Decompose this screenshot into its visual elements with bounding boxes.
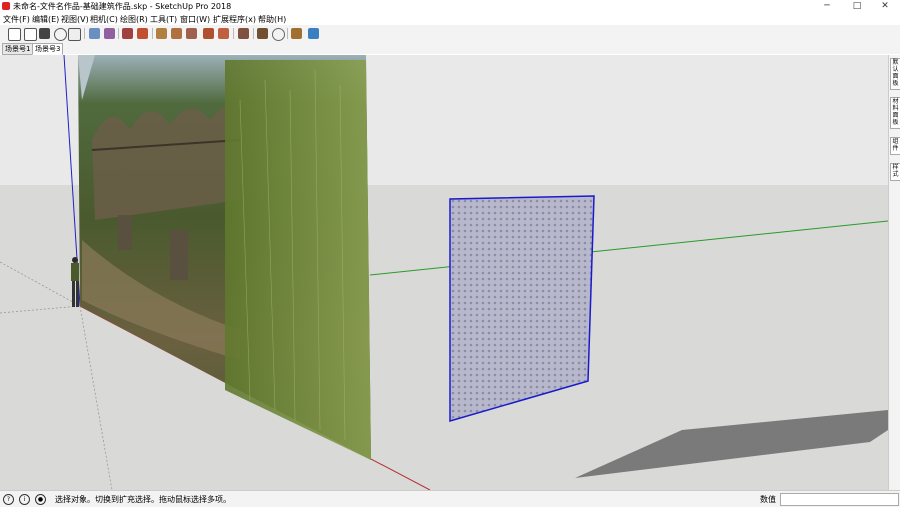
menu-file[interactable]: 文件(F) <box>3 14 30 25</box>
tray-tab-styles[interactable]: 样式 <box>890 163 900 181</box>
photo-grass <box>225 60 371 460</box>
model-viewport[interactable] <box>0 55 888 490</box>
toolbar-separator <box>118 28 119 39</box>
measurements-input[interactable] <box>780 493 899 506</box>
component-icon[interactable] <box>257 28 268 39</box>
photo-bridge-pillar <box>170 230 188 280</box>
person-figure[interactable] <box>71 257 79 307</box>
menu-draw[interactable]: 绘图(R) <box>120 14 148 25</box>
save-icon[interactable] <box>39 28 50 39</box>
section-icon[interactable] <box>238 28 249 39</box>
menu-bar: 文件(F) 编辑(E) 视图(V) 相机(C) 绘图(R) 工具(T) 窗口(W… <box>0 13 900 25</box>
menu-extensions[interactable]: 扩展程序(x) <box>213 14 256 25</box>
main-toolbar <box>0 25 900 43</box>
model-info-icon[interactable] <box>89 28 100 39</box>
close-button[interactable]: ✕ <box>870 0 900 13</box>
line-icon[interactable] <box>186 28 197 39</box>
extension-icon[interactable] <box>308 28 319 39</box>
minimize-button[interactable]: ─ <box>812 0 842 13</box>
undo-icon[interactable] <box>54 28 67 41</box>
new-icon[interactable] <box>8 28 21 41</box>
open-icon[interactable] <box>24 28 37 41</box>
menu-edit[interactable]: 编辑(E) <box>32 14 59 25</box>
scene-tabs-bar: 场景号1 场景号3 <box>0 42 900 55</box>
print-icon[interactable] <box>68 28 81 41</box>
sketchup-app-icon <box>2 2 10 10</box>
move-icon[interactable] <box>218 28 229 39</box>
upload-icon[interactable] <box>104 28 115 39</box>
geo-location-icon[interactable]: ? <box>3 494 14 505</box>
status-bar: ? i ● 选择对象。切换到扩充选择。拖动鼠标选择多项。 数值 <box>0 490 900 507</box>
toolbar-separator <box>287 28 288 39</box>
tray-tab-components[interactable]: 组件 <box>890 137 900 155</box>
toolbar-separator <box>84 28 85 39</box>
maximize-button[interactable]: □ <box>842 0 872 13</box>
toolbar-separator <box>233 28 234 39</box>
toolbar-separator <box>152 28 153 39</box>
pushpull-icon[interactable] <box>203 28 214 39</box>
menu-tools[interactable]: 工具(T) <box>150 14 177 25</box>
window-title: 未命名-文件名作品-基础建筑作品.skp - SketchUp Pro 2018 <box>13 2 232 11</box>
scene-tab-1[interactable]: 场景号1 <box>2 43 34 55</box>
status-message: 选择对象。切换到扩充选择。拖动鼠标选择多项。 <box>55 495 231 504</box>
pencil-icon[interactable] <box>171 28 182 39</box>
toolbar-separator <box>253 28 254 39</box>
title-bar: 未命名-文件名作品-基础建筑作品.skp - SketchUp Pro 2018… <box>0 0 900 13</box>
orbit-icon[interactable] <box>291 28 302 39</box>
eraser-icon[interactable] <box>156 28 167 39</box>
user-account-icon[interactable]: ● <box>35 494 46 505</box>
measurements-label: 数值 <box>760 495 776 504</box>
rotate-icon[interactable] <box>272 28 285 41</box>
tray-panel: 默认面板 材料面板 组件 样式 <box>888 55 900 490</box>
scene-tab-3[interactable]: 场景号3 <box>32 43 64 55</box>
select-icon[interactable] <box>122 28 133 39</box>
paint-icon[interactable] <box>137 28 148 39</box>
menu-help[interactable]: 帮助(H) <box>258 14 286 25</box>
credits-icon[interactable]: i <box>19 494 30 505</box>
menu-window[interactable]: 窗口(W) <box>180 14 210 25</box>
photo-bridge-pillar <box>118 215 132 250</box>
tray-tab-default[interactable]: 默认面板 <box>890 58 900 90</box>
tray-tab-materials[interactable]: 材料面板 <box>890 97 900 129</box>
photo-bridge <box>92 106 240 220</box>
menu-camera[interactable]: 相机(C) <box>90 14 118 25</box>
menu-view[interactable]: 视图(V) <box>61 14 89 25</box>
viewport-canvas[interactable] <box>0 55 888 490</box>
